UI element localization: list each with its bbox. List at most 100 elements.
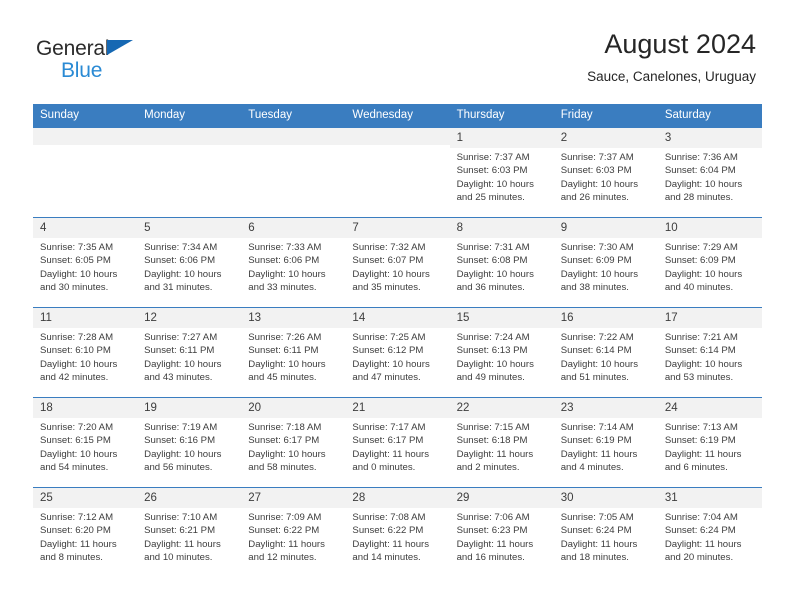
logo-general-label: General	[36, 37, 110, 60]
day-number: 8	[449, 218, 554, 238]
sunrise-text: Sunrise: 7:29 AM	[664, 241, 738, 253]
calendar-day-cell[interactable]: 13 Sunrise: 7:26 AM Sunset: 6:11 PM Dayligh…	[241, 307, 346, 398]
daylight-text-line1: Daylight: 10 hours	[560, 358, 639, 370]
day-number	[241, 128, 346, 145]
sunset-text: Sunset: 6:06 PM	[144, 255, 216, 267]
sunrise-text: Sunrise: 7:05 AM	[560, 511, 634, 523]
day-details: Sunrise: 7:29 AM Sunset: 6:09 PM Daylight:…	[658, 238, 762, 295]
day-details: Sunrise: 7:36 AM Sunset: 6:04 PM Daylight:…	[658, 148, 762, 205]
day-details: Sunrise: 7:12 AM Sunset: 6:20 PM Daylight:…	[33, 508, 137, 565]
daylight-text-line2: and 58 minutes.	[248, 462, 317, 474]
sunset-text: Sunset: 6:19 PM	[664, 435, 736, 447]
daylight-text-line2: and 43 minutes.	[144, 372, 213, 384]
day-number: 31	[657, 488, 762, 508]
sunrise-text: Sunrise: 7:33 AM	[248, 241, 322, 253]
daylight-text-line2: and 25 minutes.	[456, 192, 525, 204]
calendar-day-cell[interactable]: 18 Sunrise: 7:20 AM Sunset: 6:15 PM Dayligh…	[33, 397, 138, 488]
sunset-text: Sunset: 6:21 PM	[144, 525, 216, 537]
day-number: 23	[553, 398, 658, 418]
day-details: Sunrise: 7:34 AM Sunset: 6:06 PM Daylight:…	[137, 238, 241, 295]
calendar-day-cell[interactable]: 5 Sunrise: 7:34 AM Sunset: 6:06 PM Daylight…	[137, 217, 242, 308]
page-subtitle: Sauce, Canelones, Uruguay	[587, 68, 756, 84]
daylight-text-line2: and 30 minutes.	[40, 282, 109, 294]
day-number: 25	[33, 488, 138, 508]
calendar-day-cell[interactable]: 6 Sunrise: 7:33 AM Sunset: 6:06 PM Daylight…	[241, 217, 346, 308]
logo-blue-label: Blue	[61, 59, 103, 82]
calendar-day-cell[interactable]: 1 Sunrise: 7:37 AM Sunset: 6:03 PM Daylight…	[449, 127, 554, 218]
calendar-day-cell[interactable]: 11 Sunrise: 7:28 AM Sunset: 6:10 PM Dayligh…	[33, 307, 138, 398]
calendar-day-cell[interactable]: 9 Sunrise: 7:30 AM Sunset: 6:09 PM Daylight…	[553, 217, 658, 308]
day-details: Sunrise: 7:20 AM Sunset: 6:15 PM Daylight:…	[33, 418, 137, 475]
daylight-text-line2: and 0 minutes.	[352, 462, 416, 474]
day-details: Sunrise: 7:30 AM Sunset: 6:09 PM Daylight:…	[554, 238, 658, 295]
calendar-day-cell[interactable]: 20 Sunrise: 7:18 AM Sunset: 6:17 PM Dayligh…	[241, 397, 346, 488]
calendar-day-cell[interactable]: 3 Sunrise: 7:36 AM Sunset: 6:04 PM Daylight…	[657, 127, 762, 218]
day-number: 20	[241, 398, 346, 418]
calendar-day-cell[interactable]: 7 Sunrise: 7:32 AM Sunset: 6:07 PM Daylight…	[345, 217, 450, 308]
calendar-day-cell[interactable]: 16 Sunrise: 7:22 AM Sunset: 6:14 PM Dayligh…	[553, 307, 658, 398]
sunset-text: Sunset: 6:11 PM	[248, 345, 319, 357]
calendar-day-cell[interactable]: 26 Sunrise: 7:10 AM Sunset: 6:21 PM Dayligh…	[137, 487, 242, 578]
sunrise-text: Sunrise: 7:26 AM	[248, 331, 322, 343]
calendar-day-cell[interactable]: 12 Sunrise: 7:27 AM Sunset: 6:11 PM Dayligh…	[137, 307, 242, 398]
calendar-day-cell[interactable]: 27 Sunrise: 7:09 AM Sunset: 6:22 PM Dayligh…	[241, 487, 346, 578]
calendar-week-row: 11 Sunrise: 7:28 AM Sunset: 6:10 PM Dayligh…	[33, 307, 762, 398]
daylight-text-line2: and 20 minutes.	[664, 552, 734, 564]
sunrise-text: Sunrise: 7:10 AM	[144, 511, 218, 523]
day-details: Sunrise: 7:13 AM Sunset: 6:19 PM Daylight:…	[658, 418, 762, 475]
calendar-day-cell[interactable]: 21 Sunrise: 7:17 AM Sunset: 6:17 PM Dayligh…	[345, 397, 450, 488]
daylight-text-line1: Daylight: 10 hours	[352, 268, 430, 280]
daylight-text-line1: Daylight: 10 hours	[456, 178, 534, 190]
daylight-text-line1: Daylight: 11 hours	[456, 538, 534, 550]
sunset-text: Sunset: 6:17 PM	[352, 435, 424, 447]
day-number: 9	[553, 218, 658, 238]
calendar-day-cell[interactable]: 22 Sunrise: 7:15 AM Sunset: 6:18 PM Dayligh…	[449, 397, 554, 488]
calendar-day-cell[interactable]: 24 Sunrise: 7:13 AM Sunset: 6:19 PM Dayligh…	[657, 397, 762, 488]
sunset-text: Sunset: 6:17 PM	[248, 435, 320, 447]
day-details: Sunrise: 7:31 AM Sunset: 6:08 PM Daylight:…	[450, 238, 554, 295]
day-number: 28	[345, 488, 450, 508]
calendar-day-cell[interactable]: 10 Sunrise: 7:29 AM Sunset: 6:09 PM Dayligh…	[657, 217, 762, 308]
daylight-text-line1: Daylight: 11 hours	[560, 448, 638, 460]
day-number: 14	[345, 308, 450, 328]
daylight-text-line2: and 53 minutes.	[664, 372, 734, 384]
weekday-header-monday: Monday	[137, 104, 242, 128]
calendar-day-cell[interactable]: 19 Sunrise: 7:19 AM Sunset: 6:16 PM Dayligh…	[137, 397, 242, 488]
day-number	[137, 128, 242, 145]
daylight-text-line2: and 33 minutes.	[248, 282, 317, 294]
calendar-day-cell[interactable]: 2 Sunrise: 7:37 AM Sunset: 6:03 PM Daylight…	[553, 127, 658, 218]
day-details: Sunrise: 7:26 AM Sunset: 6:11 PM Daylight:…	[241, 328, 345, 385]
day-number: 5	[137, 218, 242, 238]
calendar-day-cell[interactable]: 23 Sunrise: 7:14 AM Sunset: 6:19 PM Dayligh…	[553, 397, 658, 488]
calendar-day-cell[interactable]: 15 Sunrise: 7:24 AM Sunset: 6:13 PM Dayligh…	[449, 307, 554, 398]
sunset-text: Sunset: 6:08 PM	[456, 255, 528, 267]
page-header: General Blue August 2024 Sauce, Canelone…	[0, 0, 792, 83]
calendar-day-cell[interactable]: 31 Sunrise: 7:04 AM Sunset: 6:24 PM Dayligh…	[657, 487, 762, 578]
sunset-text: Sunset: 6:14 PM	[560, 345, 632, 357]
daylight-text-line1: Daylight: 11 hours	[664, 538, 742, 550]
calendar-day-cell[interactable]: 17 Sunrise: 7:21 AM Sunset: 6:14 PM Dayligh…	[657, 307, 762, 398]
day-number: 13	[241, 308, 346, 328]
day-number: 19	[137, 398, 242, 418]
day-number	[33, 128, 138, 145]
calendar-body: 1 Sunrise: 7:37 AM Sunset: 6:03 PM Daylight…	[33, 127, 762, 578]
sunrise-text: Sunrise: 7:09 AM	[248, 511, 322, 523]
calendar-day-cell[interactable]: 28 Sunrise: 7:08 AM Sunset: 6:22 PM Dayligh…	[345, 487, 450, 578]
daylight-text-line1: Daylight: 10 hours	[664, 358, 743, 370]
day-number: 21	[345, 398, 450, 418]
calendar-day-cell[interactable]: 25 Sunrise: 7:12 AM Sunset: 6:20 PM Dayligh…	[33, 487, 138, 578]
sunrise-text: Sunrise: 7:37 AM	[456, 151, 530, 163]
day-details: Sunrise: 7:17 AM Sunset: 6:17 PM Daylight:…	[345, 418, 449, 475]
calendar-day-cell[interactable]: 4 Sunrise: 7:35 AM Sunset: 6:05 PM Daylight…	[33, 217, 138, 308]
daylight-text-line1: Daylight: 10 hours	[456, 268, 534, 280]
sunset-text: Sunset: 6:11 PM	[144, 345, 215, 357]
daylight-text-line1: Daylight: 11 hours	[248, 538, 325, 550]
daylight-text-line1: Daylight: 10 hours	[144, 268, 222, 280]
calendar-day-cell[interactable]: 29 Sunrise: 7:06 AM Sunset: 6:23 PM Dayligh…	[449, 487, 554, 578]
general-blue-logo[interactable]: General Blue	[36, 37, 133, 82]
calendar-day-cell[interactable]: 30 Sunrise: 7:05 AM Sunset: 6:24 PM Dayligh…	[553, 487, 658, 578]
calendar-day-cell[interactable]: 14 Sunrise: 7:25 AM Sunset: 6:12 PM Dayligh…	[345, 307, 450, 398]
calendar-header-row: Sunday Monday Tuesday Wednesday Thursday Frid…	[33, 104, 762, 128]
calendar-day-cell[interactable]: 8 Sunrise: 7:31 AM Sunset: 6:08 PM Daylight…	[449, 217, 554, 308]
daylight-text-line1: Daylight: 11 hours	[352, 538, 430, 550]
